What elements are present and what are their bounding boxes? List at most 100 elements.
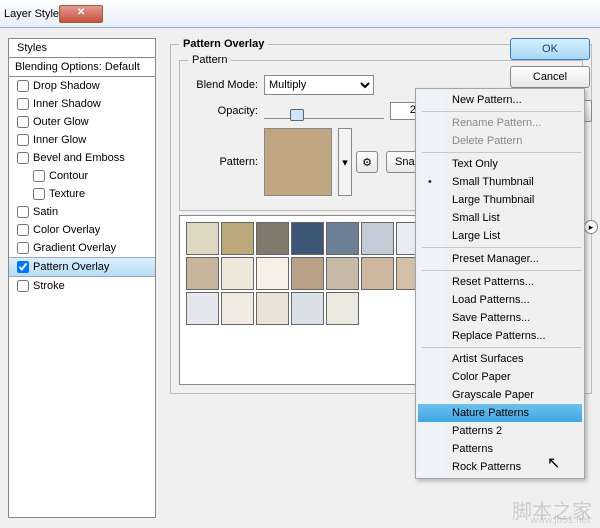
style-checkbox[interactable] — [17, 261, 29, 273]
menu-item[interactable]: Nature Patterns — [418, 404, 582, 422]
style-checkbox[interactable] — [17, 80, 29, 92]
pattern-dropdown-icon[interactable]: ▾ — [338, 128, 352, 196]
style-item[interactable]: Inner Shadow — [9, 95, 155, 113]
pattern-context-menu: New Pattern... Rename Pattern...Delete Pa… — [415, 88, 585, 479]
pattern-swatch[interactable] — [186, 257, 219, 290]
menu-item[interactable]: Small List — [446, 209, 582, 227]
close-button[interactable]: ✕ — [59, 5, 103, 23]
style-item[interactable]: Texture — [9, 185, 155, 203]
pattern-swatch[interactable] — [221, 222, 254, 255]
menu-item[interactable]: Rock Patterns — [446, 458, 582, 476]
menu-item: Delete Pattern — [446, 132, 582, 150]
styles-header[interactable]: Styles — [9, 39, 155, 58]
pattern-swatch[interactable] — [361, 257, 394, 290]
blending-options-header[interactable]: Blending Options: Default — [9, 58, 155, 77]
styles-list: Drop Shadow Inner Shadow Outer Glow Inner G… — [9, 77, 155, 295]
blend-mode-select[interactable]: Multiply — [264, 75, 374, 95]
pattern-box-title: Pattern — [188, 54, 231, 66]
menu-item[interactable]: New Pattern... — [446, 91, 582, 109]
pattern-gear-button[interactable]: ⚙ — [356, 151, 378, 173]
menu-item[interactable]: Large Thumbnail — [446, 191, 582, 209]
menu-item[interactable]: Text Only — [446, 155, 582, 173]
window-title: Layer Style — [4, 8, 59, 20]
style-label: Color Overlay — [33, 224, 100, 236]
style-checkbox[interactable] — [17, 98, 29, 110]
menu-item[interactable]: Reset Patterns... — [446, 273, 582, 291]
style-item[interactable]: Inner Glow — [9, 131, 155, 149]
style-item[interactable]: Contour — [9, 167, 155, 185]
menu-item[interactable]: Artist Surfaces — [446, 350, 582, 368]
pattern-swatch[interactable] — [256, 292, 289, 325]
watermark-url: www.jb51.net — [531, 515, 590, 526]
menu-item: Rename Pattern... — [446, 114, 582, 132]
style-checkbox[interactable] — [17, 206, 29, 218]
menu-separator — [422, 111, 582, 112]
cancel-button[interactable]: Cancel — [510, 66, 590, 88]
menu-item[interactable]: Load Patterns... — [446, 291, 582, 309]
style-label: Contour — [49, 170, 88, 182]
menu-separator — [422, 247, 582, 248]
style-checkbox[interactable] — [17, 280, 29, 292]
pattern-preview[interactable] — [264, 128, 332, 196]
style-checkbox[interactable] — [33, 188, 45, 200]
style-checkbox[interactable] — [17, 224, 29, 236]
opacity-thumb[interactable] — [290, 109, 304, 121]
menu-item[interactable]: Grayscale Paper — [446, 386, 582, 404]
style-checkbox[interactable] — [17, 134, 29, 146]
pattern-swatch[interactable] — [256, 257, 289, 290]
menu-item[interactable]: Small Thumbnail — [446, 173, 582, 191]
style-label: Outer Glow — [33, 116, 89, 128]
pattern-swatch[interactable] — [221, 257, 254, 290]
menu-separator — [422, 347, 582, 348]
pattern-swatch[interactable] — [291, 292, 324, 325]
menu-item[interactable]: Replace Patterns... — [446, 327, 582, 345]
menu-item[interactable]: Patterns 2 — [446, 422, 582, 440]
style-item[interactable]: Gradient Overlay — [9, 239, 155, 257]
style-item[interactable]: Bevel and Emboss — [9, 149, 155, 167]
style-label: Inner Glow — [33, 134, 86, 146]
styles-panel: Styles Blending Options: Default Drop Sh… — [8, 38, 156, 518]
style-item[interactable]: Color Overlay — [9, 221, 155, 239]
menu-item[interactable]: Save Patterns... — [446, 309, 582, 327]
style-item[interactable]: Outer Glow — [9, 113, 155, 131]
menu-separator — [422, 152, 582, 153]
pattern-swatch[interactable] — [186, 292, 219, 325]
style-checkbox[interactable] — [17, 242, 29, 254]
menu-item[interactable]: Color Paper — [446, 368, 582, 386]
pattern-swatch[interactable] — [326, 222, 359, 255]
pattern-swatch[interactable] — [186, 222, 219, 255]
pattern-swatch[interactable] — [291, 222, 324, 255]
style-label: Gradient Overlay — [33, 242, 116, 254]
menu-item[interactable]: Patterns — [446, 440, 582, 458]
style-label: Stroke — [33, 280, 65, 292]
pattern-swatch[interactable] — [221, 292, 254, 325]
style-label: Bevel and Emboss — [33, 152, 125, 164]
style-label: Drop Shadow — [33, 80, 100, 92]
ok-button[interactable]: OK — [510, 38, 590, 60]
gear-icon: ⚙ — [362, 156, 372, 169]
pattern-swatch[interactable] — [291, 257, 324, 290]
titlebar: Layer Style ✕ — [0, 0, 600, 28]
pattern-swatch[interactable] — [326, 257, 359, 290]
style-item[interactable]: Drop Shadow — [9, 77, 155, 95]
blend-mode-label: Blend Mode: — [188, 79, 264, 91]
opacity-label: Opacity: — [188, 105, 264, 117]
style-checkbox[interactable] — [17, 152, 29, 164]
style-label: Inner Shadow — [33, 98, 101, 110]
opacity-slider[interactable] — [264, 103, 384, 119]
style-item[interactable]: Pattern Overlay — [9, 257, 155, 277]
style-checkbox[interactable] — [33, 170, 45, 182]
dialog-buttons: OK Cancel — [510, 38, 592, 94]
pattern-swatch[interactable] — [361, 222, 394, 255]
pattern-swatch[interactable] — [256, 222, 289, 255]
menu-separator — [422, 270, 582, 271]
style-item[interactable]: Satin — [9, 203, 155, 221]
menu-item[interactable]: Large List — [446, 227, 582, 245]
pattern-swatch[interactable] — [326, 292, 359, 325]
style-item[interactable]: Stroke — [9, 277, 155, 295]
style-checkbox[interactable] — [17, 116, 29, 128]
menu-item[interactable]: Preset Manager... — [446, 250, 582, 268]
style-label: Pattern Overlay — [33, 261, 109, 273]
grid-flyout-icon[interactable]: ▸ — [584, 220, 598, 234]
style-label: Satin — [33, 206, 58, 218]
